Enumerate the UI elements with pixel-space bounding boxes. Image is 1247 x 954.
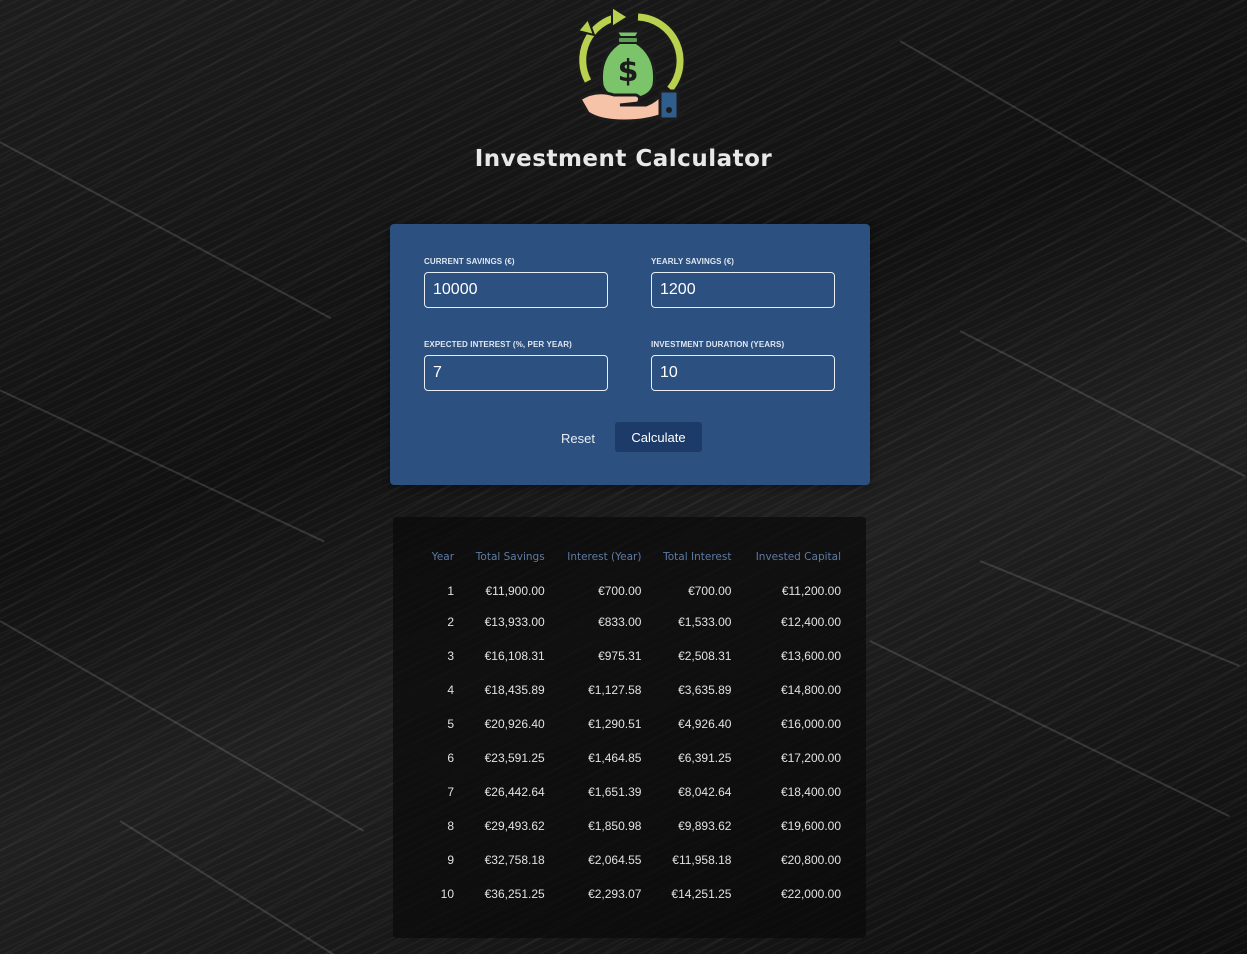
table-row: 10 €36,251.25 €2,293.07 €14,251.25 €22,000.0… bbox=[417, 877, 841, 911]
cell-total-interest: €8,042.64 bbox=[678, 785, 732, 799]
cell-invested-capital: €13,600.00 bbox=[780, 649, 841, 663]
cell-total-savings: €32,758.18 bbox=[484, 853, 545, 867]
yearly-savings-field: YEARLY SAVINGS (€) bbox=[651, 257, 835, 308]
cell-total-savings: €16,108.31 bbox=[484, 649, 545, 663]
cell-interest-year: €2,064.55 bbox=[588, 853, 642, 867]
cell-interest-year: €1,127.58 bbox=[588, 683, 642, 697]
cell-invested-capital: €16,000.00 bbox=[780, 717, 841, 731]
table-row: 9 €32,758.18 €2,064.55 €11,958.18 €20,800.00 bbox=[417, 843, 841, 877]
cell-interest-year: €1,290.51 bbox=[588, 717, 642, 731]
current-savings-label: CURRENT SAVINGS (€) bbox=[424, 257, 515, 266]
cell-interest-year: €975.31 bbox=[598, 649, 642, 663]
table-row: 8 €29,493.62 €1,850.98 €9,893.62 €19,600.00 bbox=[417, 809, 841, 843]
cell-total-interest: €2,508.31 bbox=[678, 649, 732, 663]
cell-interest-year: €2,293.07 bbox=[588, 887, 642, 901]
cell-invested-capital: €20,800.00 bbox=[780, 853, 841, 867]
current-savings-field: CURRENT SAVINGS (€) bbox=[424, 257, 608, 308]
yearly-savings-input[interactable] bbox=[651, 272, 835, 308]
svg-text:$: $ bbox=[618, 54, 639, 89]
investment-duration-field: INVESTMENT DURATION (YEARS) bbox=[651, 340, 835, 391]
cell-invested-capital: €18,400.00 bbox=[780, 785, 841, 799]
cell-year: 10 bbox=[440, 887, 455, 901]
cell-interest-year: €700.00 bbox=[598, 584, 642, 598]
cell-interest-year: €1,464.85 bbox=[588, 751, 642, 765]
table-row: 7 €26,442.64 €1,651.39 €8,042.64 €18,400.00 bbox=[417, 775, 841, 809]
results-table: Year Total Savings Interest (Year) Total… bbox=[417, 543, 841, 911]
cell-year: 1 bbox=[447, 584, 455, 598]
expected-interest-label: EXPECTED INTEREST (%, PER YEAR) bbox=[424, 340, 572, 349]
cell-total-savings: €36,251.25 bbox=[484, 887, 545, 901]
cell-total-savings: €26,442.64 bbox=[484, 785, 545, 799]
results-table-body: 1 €11,900.00 €700.00 €700.00 €11,200.00 2 €13,… bbox=[417, 571, 841, 911]
yearly-savings-label: YEARLY SAVINGS (€) bbox=[651, 257, 735, 266]
cell-year: 4 bbox=[447, 683, 455, 697]
money-bag-hand-icon: $ bbox=[576, 5, 686, 123]
table-row: 6 €23,591.25 €1,464.85 €6,391.25 €17,200.00 bbox=[417, 741, 841, 775]
cell-invested-capital: €12,400.00 bbox=[780, 615, 841, 629]
cell-invested-capital: €14,800.00 bbox=[780, 683, 841, 697]
cell-invested-capital: €22,000.00 bbox=[780, 887, 841, 901]
cell-invested-capital: €17,200.00 bbox=[780, 751, 841, 765]
cell-total-interest: €4,926.40 bbox=[678, 717, 732, 731]
results-panel: Year Total Savings Interest (Year) Total… bbox=[393, 517, 866, 938]
cell-total-interest: €700.00 bbox=[688, 584, 732, 598]
investment-form: CURRENT SAVINGS (€) YEARLY SAVINGS (€) E… bbox=[390, 224, 870, 485]
calculate-button[interactable]: Calculate bbox=[615, 422, 702, 452]
cell-year: 6 bbox=[447, 751, 455, 765]
cell-total-interest: €11,958.18 bbox=[672, 853, 732, 867]
table-row: 1 €11,900.00 €700.00 €700.00 €11,200.00 bbox=[417, 571, 841, 605]
investment-duration-input[interactable] bbox=[651, 355, 835, 391]
cell-total-interest: €14,251.25 bbox=[671, 887, 732, 901]
current-savings-input[interactable] bbox=[424, 272, 608, 308]
investment-duration-label: INVESTMENT DURATION (YEARS) bbox=[651, 340, 785, 349]
cell-total-savings: €29,493.62 bbox=[484, 819, 545, 833]
column-header-total-savings: Total Savings bbox=[475, 551, 545, 563]
cell-total-savings: €13,933.00 bbox=[484, 615, 545, 629]
cell-interest-year: €833.00 bbox=[598, 615, 642, 629]
table-row: 5 €20,926.40 €1,290.51 €4,926.40 €16,000.00 bbox=[417, 707, 841, 741]
cell-year: 7 bbox=[447, 785, 455, 799]
cell-interest-year: €1,651.39 bbox=[588, 785, 642, 799]
cell-total-interest: €6,391.25 bbox=[678, 751, 732, 765]
cell-invested-capital: €19,600.00 bbox=[780, 819, 841, 833]
cell-total-savings: €18,435.89 bbox=[484, 683, 545, 697]
cell-total-interest: €3,635.89 bbox=[678, 683, 732, 697]
table-header-row: Year Total Savings Interest (Year) Total… bbox=[417, 543, 841, 571]
cell-interest-year: €1,850.98 bbox=[588, 819, 642, 833]
cell-invested-capital: €11,200.00 bbox=[781, 584, 841, 598]
cell-total-interest: €9,893.62 bbox=[678, 819, 732, 833]
cell-year: 2 bbox=[447, 615, 455, 629]
column-header-total-interest: Total Interest bbox=[663, 551, 732, 563]
table-row: 3 €16,108.31 €975.31 €2,508.31 €13,600.00 bbox=[417, 639, 841, 673]
cell-year: 8 bbox=[447, 819, 455, 833]
expected-interest-field: EXPECTED INTEREST (%, PER YEAR) bbox=[424, 340, 608, 391]
cell-total-savings: €11,900.00 bbox=[485, 584, 545, 598]
cell-total-interest: €1,533.00 bbox=[678, 615, 732, 629]
cell-year: 3 bbox=[447, 649, 455, 663]
column-header-year: Year bbox=[431, 551, 455, 563]
reset-button[interactable]: Reset bbox=[553, 424, 603, 452]
column-header-invested-capital: Invested Capital bbox=[755, 551, 841, 563]
expected-interest-input[interactable] bbox=[424, 355, 608, 391]
page-title: Investment Calculator bbox=[474, 146, 773, 172]
cell-year: 5 bbox=[447, 717, 455, 731]
cell-year: 9 bbox=[447, 853, 455, 867]
column-header-interest-year: Interest (Year) bbox=[567, 551, 642, 563]
table-row: 2 €13,933.00 €833.00 €1,533.00 €12,400.00 bbox=[417, 605, 841, 639]
cell-total-savings: €20,926.40 bbox=[484, 717, 545, 731]
table-row: 4 €18,435.89 €1,127.58 €3,635.89 €14,800.00 bbox=[417, 673, 841, 707]
cell-total-savings: €23,591.25 bbox=[484, 751, 545, 765]
